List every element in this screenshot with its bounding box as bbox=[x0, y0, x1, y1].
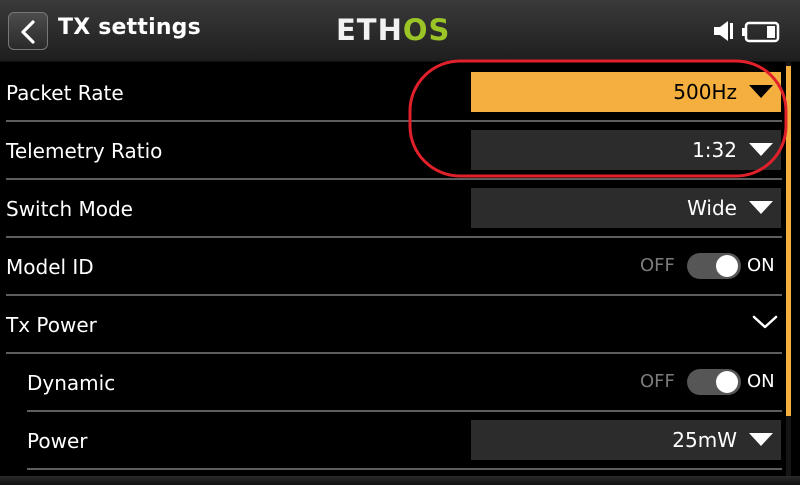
power-value: 25mW bbox=[672, 428, 737, 452]
scrollbar[interactable] bbox=[786, 62, 791, 478]
chevron-left-icon bbox=[21, 20, 35, 44]
toggle-knob bbox=[716, 255, 738, 277]
model-id-label: Model ID bbox=[6, 255, 94, 279]
toggle-on-label: ON bbox=[747, 371, 775, 392]
speaker-icon[interactable] bbox=[713, 19, 735, 43]
row-telemetry-ratio: Telemetry Ratio 1:32 bbox=[0, 122, 790, 180]
dropdown-arrow-icon bbox=[749, 143, 773, 156]
toggle-knob bbox=[716, 371, 738, 393]
row-power: Power 25mW bbox=[0, 412, 790, 470]
dropdown-arrow-icon bbox=[749, 201, 773, 214]
row-switch-mode: Switch Mode Wide bbox=[0, 180, 790, 238]
toggle-switch[interactable] bbox=[687, 369, 741, 395]
page-title: TX settings bbox=[58, 15, 201, 40]
power-dropdown[interactable]: 25mW bbox=[471, 420, 781, 460]
row-tx-power[interactable]: Tx Power bbox=[0, 296, 790, 354]
telemetry-ratio-dropdown[interactable]: 1:32 bbox=[471, 130, 781, 170]
switch-mode-value: Wide bbox=[687, 196, 737, 220]
dynamic-label: Dynamic bbox=[27, 371, 116, 395]
row-packet-rate: Packet Rate 500Hz bbox=[0, 64, 790, 122]
telemetry-ratio-value: 1:32 bbox=[692, 138, 737, 162]
toggle-on-label: ON bbox=[747, 255, 775, 276]
ethos-logo: ETHOS bbox=[336, 12, 450, 48]
packet-rate-label: Packet Rate bbox=[6, 81, 124, 105]
toggle-switch[interactable] bbox=[687, 253, 741, 279]
logo-text-green: OS bbox=[402, 13, 451, 47]
logo-text-white: ETH bbox=[336, 13, 403, 47]
telemetry-ratio-label: Telemetry Ratio bbox=[6, 139, 163, 163]
header-bar: TX settings ETHOS bbox=[0, 0, 800, 62]
dropdown-arrow-icon bbox=[749, 433, 773, 446]
dropdown-arrow-icon bbox=[749, 85, 773, 98]
packet-rate-dropdown[interactable]: 500Hz bbox=[471, 72, 781, 112]
toggle-off-label: OFF bbox=[640, 255, 675, 276]
row-model-id: Model ID OFF ON bbox=[0, 238, 790, 296]
tx-power-label: Tx Power bbox=[6, 313, 97, 337]
packet-rate-value: 500Hz bbox=[673, 80, 737, 104]
tx-settings-screen: TX settings ETHOS Packet Rate 500Hz Tele… bbox=[0, 0, 800, 485]
row-dynamic: Dynamic OFF ON bbox=[0, 354, 790, 412]
scrollbar-thumb[interactable] bbox=[786, 66, 791, 416]
power-label: Power bbox=[27, 429, 88, 453]
row-divider bbox=[27, 468, 782, 470]
chevron-down-icon[interactable] bbox=[752, 314, 778, 330]
model-id-toggle[interactable]: OFF ON bbox=[640, 249, 785, 283]
toggle-off-label: OFF bbox=[640, 371, 675, 392]
back-button[interactable] bbox=[8, 12, 48, 50]
bottom-strip bbox=[0, 476, 800, 485]
battery-icon bbox=[742, 21, 780, 43]
switch-mode-dropdown[interactable]: Wide bbox=[471, 188, 781, 228]
switch-mode-label: Switch Mode bbox=[6, 197, 133, 221]
dynamic-toggle[interactable]: OFF ON bbox=[640, 365, 785, 399]
